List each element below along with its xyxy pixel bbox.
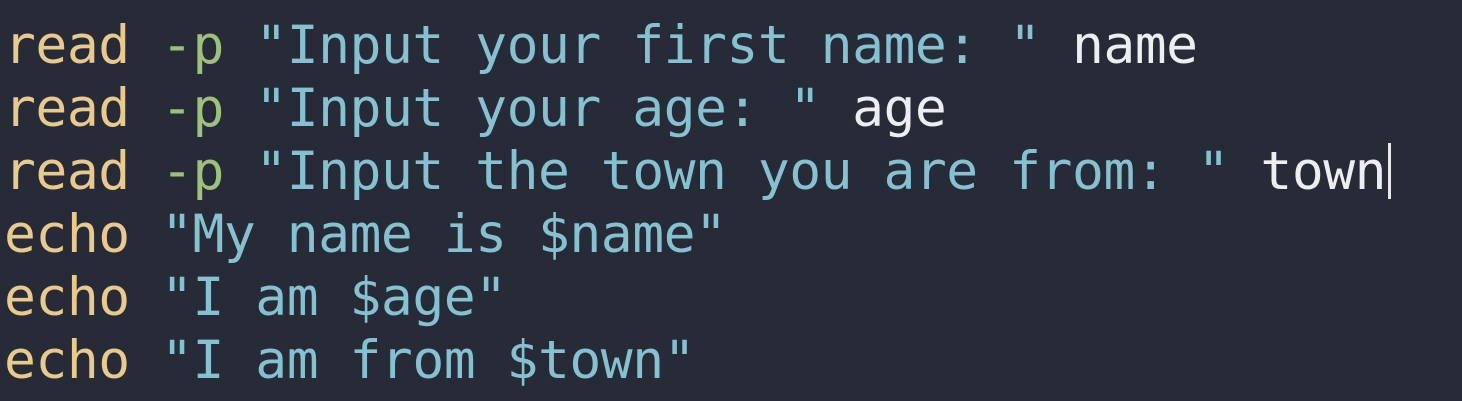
command-keyword: echo xyxy=(4,204,130,265)
command-keyword: read xyxy=(4,78,130,139)
prompt-flag: -p xyxy=(161,78,224,139)
code-line-4: echo "My name is $name" xyxy=(4,203,1462,266)
string-literal: "Input the town you are from: " xyxy=(255,141,1229,202)
prompt-flag: -p xyxy=(161,15,224,76)
variable-name: age xyxy=(852,78,947,139)
string-literal: "Input your first name: " xyxy=(255,15,1041,76)
code-line-5: echo "I am $age" xyxy=(4,266,1462,329)
code-line-3: read -p "Input the town you are from: " … xyxy=(4,140,1462,203)
command-keyword: read xyxy=(4,15,130,76)
string-literal: "Input your age: " xyxy=(255,78,821,139)
code-line-2: read -p "Input your age: " age xyxy=(4,77,1462,140)
command-keyword: read xyxy=(4,141,130,202)
string-literal: "My name is $name" xyxy=(161,204,727,265)
command-keyword: echo xyxy=(4,267,130,328)
variable-name: name xyxy=(1071,15,1198,76)
code-line-1: read -p "Input your first name: " name xyxy=(4,14,1462,77)
code-line-6: echo "I am from $town" xyxy=(4,329,1462,392)
string-literal: "I am from $town" xyxy=(161,330,696,391)
prompt-flag: -p xyxy=(161,141,224,202)
string-literal: "I am $age" xyxy=(161,267,507,328)
code-editor[interactable]: read -p "Input your first name: " name r… xyxy=(0,0,1462,401)
command-keyword: echo xyxy=(4,330,130,391)
text-cursor xyxy=(1388,143,1392,199)
variable-name: town xyxy=(1260,141,1387,202)
